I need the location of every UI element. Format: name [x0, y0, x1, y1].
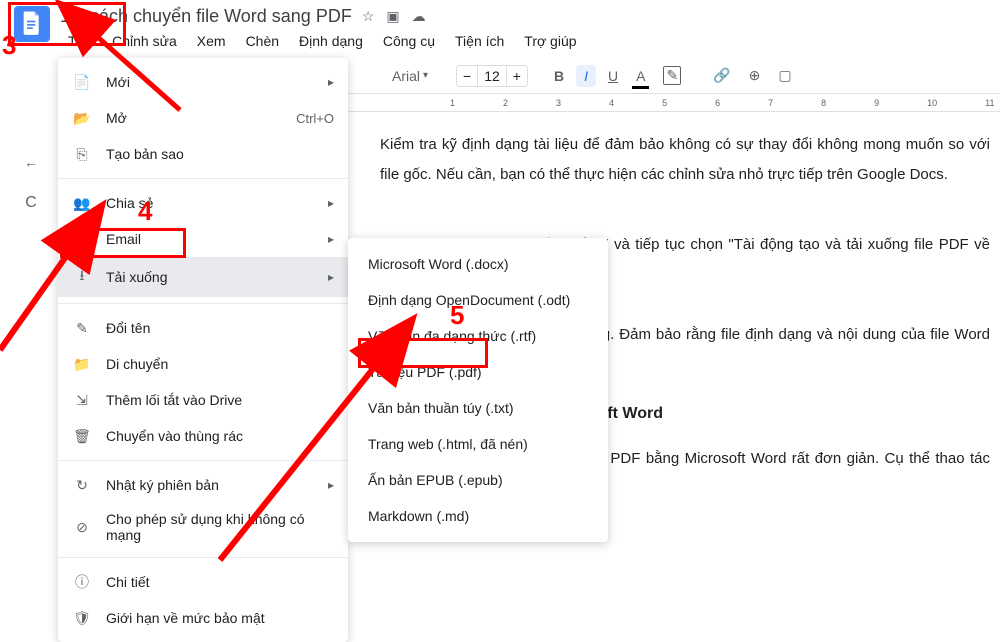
menu-open[interactable]: 📂MởCtrl+O	[58, 100, 348, 136]
menu-copy[interactable]: ⎘Tạo bản sao	[58, 136, 348, 172]
menu-offline[interactable]: ⊘Cho phép sử dụng khi không có mạng	[58, 503, 348, 551]
annotation-number-3: 3	[2, 30, 16, 61]
menu-security[interactable]: 🛡Giới hạn về mức bảo mật	[58, 600, 348, 636]
file-menu-dropdown: 📄Mới▸ 📂MởCtrl+O ⎘Tạo bản sao 👥Chia sẻ▸ ✉…	[58, 58, 348, 642]
history-icon: ↻	[72, 477, 92, 494]
menu-details[interactable]: ⓘChi tiết	[58, 564, 348, 600]
paragraph[interactable]: Kiểm tra kỹ định dạng tài liệu để đảm bả…	[380, 130, 990, 190]
menu-new[interactable]: 📄Mới▸	[58, 64, 348, 100]
trash-icon: 🗑	[72, 428, 92, 445]
annotation-box-4	[60, 228, 186, 258]
menu-move[interactable]: 📁Di chuyển	[58, 346, 348, 382]
move-icon: 📁	[72, 356, 92, 373]
folder-open-icon: 📂	[72, 110, 92, 127]
menu-history[interactable]: ↻Nhật ký phiên bản▸	[58, 467, 348, 503]
download-odt[interactable]: Định dạng OpenDocument (.odt)	[348, 282, 608, 318]
font-size-decrease[interactable]: −	[457, 66, 477, 86]
pencil-icon: ✎	[72, 320, 92, 337]
menu-trash[interactable]: 🗑Chuyển vào thùng rác	[58, 418, 348, 454]
back-icon[interactable]: ←	[24, 154, 38, 170]
download-html[interactable]: Trang web (.html, đã nén)	[348, 426, 608, 462]
download-docx[interactable]: Microsoft Word (.docx)	[348, 246, 608, 282]
font-size-control[interactable]: − 12 +	[456, 65, 528, 87]
menubar: Tệp Chỉnh sửa Xem Chèn Định dạng Công cụ…	[60, 29, 986, 53]
menu-rename[interactable]: ✎Đổi tên	[58, 310, 348, 346]
file-plus-icon: 📄	[72, 74, 92, 91]
bold-button[interactable]: B	[548, 64, 570, 88]
underline-button[interactable]: U	[602, 64, 624, 88]
download-submenu: Microsoft Word (.docx) Định dạng OpenDoc…	[348, 238, 608, 542]
image-button[interactable]: ▢	[772, 63, 797, 88]
star-icon[interactable]: ☆	[362, 8, 375, 25]
menu-download[interactable]: ⭳Tải xuống▸	[58, 257, 348, 297]
link-button[interactable]: 🔗	[707, 63, 736, 88]
shield-icon: 🛡	[72, 610, 92, 627]
download-md[interactable]: Markdown (.md)	[348, 498, 608, 534]
annotation-number-4: 4	[138, 196, 152, 227]
download-txt[interactable]: Văn bản thuần túy (.txt)	[348, 390, 608, 426]
annotation-box-5	[358, 338, 488, 368]
highlight-button[interactable]: ✎	[657, 62, 687, 89]
font-size-increase[interactable]: +	[507, 66, 527, 86]
info-icon: ⓘ	[72, 572, 92, 592]
italic-button[interactable]: I	[576, 65, 596, 87]
comment-button[interactable]: ⊕	[743, 63, 767, 88]
menu-shortcut[interactable]: ⇲Thêm lối tắt vào Drive	[58, 382, 348, 418]
menu-insert[interactable]: Chèn	[238, 29, 287, 53]
annotation-number-5: 5	[450, 300, 464, 331]
drive-shortcut-icon: ⇲	[72, 392, 92, 409]
annotation-box-3	[8, 2, 126, 46]
download-icon: ⭳	[72, 265, 92, 289]
share-icon: 👥	[72, 195, 92, 212]
font-family-select[interactable]: Arial▾	[386, 64, 436, 88]
font-size-value[interactable]: 12	[477, 66, 507, 86]
menu-share[interactable]: 👥Chia sẻ▸	[58, 185, 348, 221]
menu-tools[interactable]: Công cụ	[375, 29, 443, 53]
menu-help[interactable]: Trợ giúp	[516, 29, 584, 53]
menu-extensions[interactable]: Tiện ích	[447, 29, 512, 53]
outline-icon[interactable]: C	[25, 194, 37, 212]
copy-icon: ⎘	[72, 146, 92, 163]
menu-format[interactable]: Định dạng	[291, 29, 371, 53]
download-epub[interactable]: Ấn bản EPUB (.epub)	[348, 462, 608, 498]
offline-icon: ⊘	[72, 519, 92, 536]
menu-view[interactable]: Xem	[189, 29, 234, 53]
move-folder-icon[interactable]: ▣	[386, 8, 399, 25]
cloud-status-icon: ☁	[412, 8, 426, 25]
text-color-button[interactable]: A	[630, 64, 651, 88]
